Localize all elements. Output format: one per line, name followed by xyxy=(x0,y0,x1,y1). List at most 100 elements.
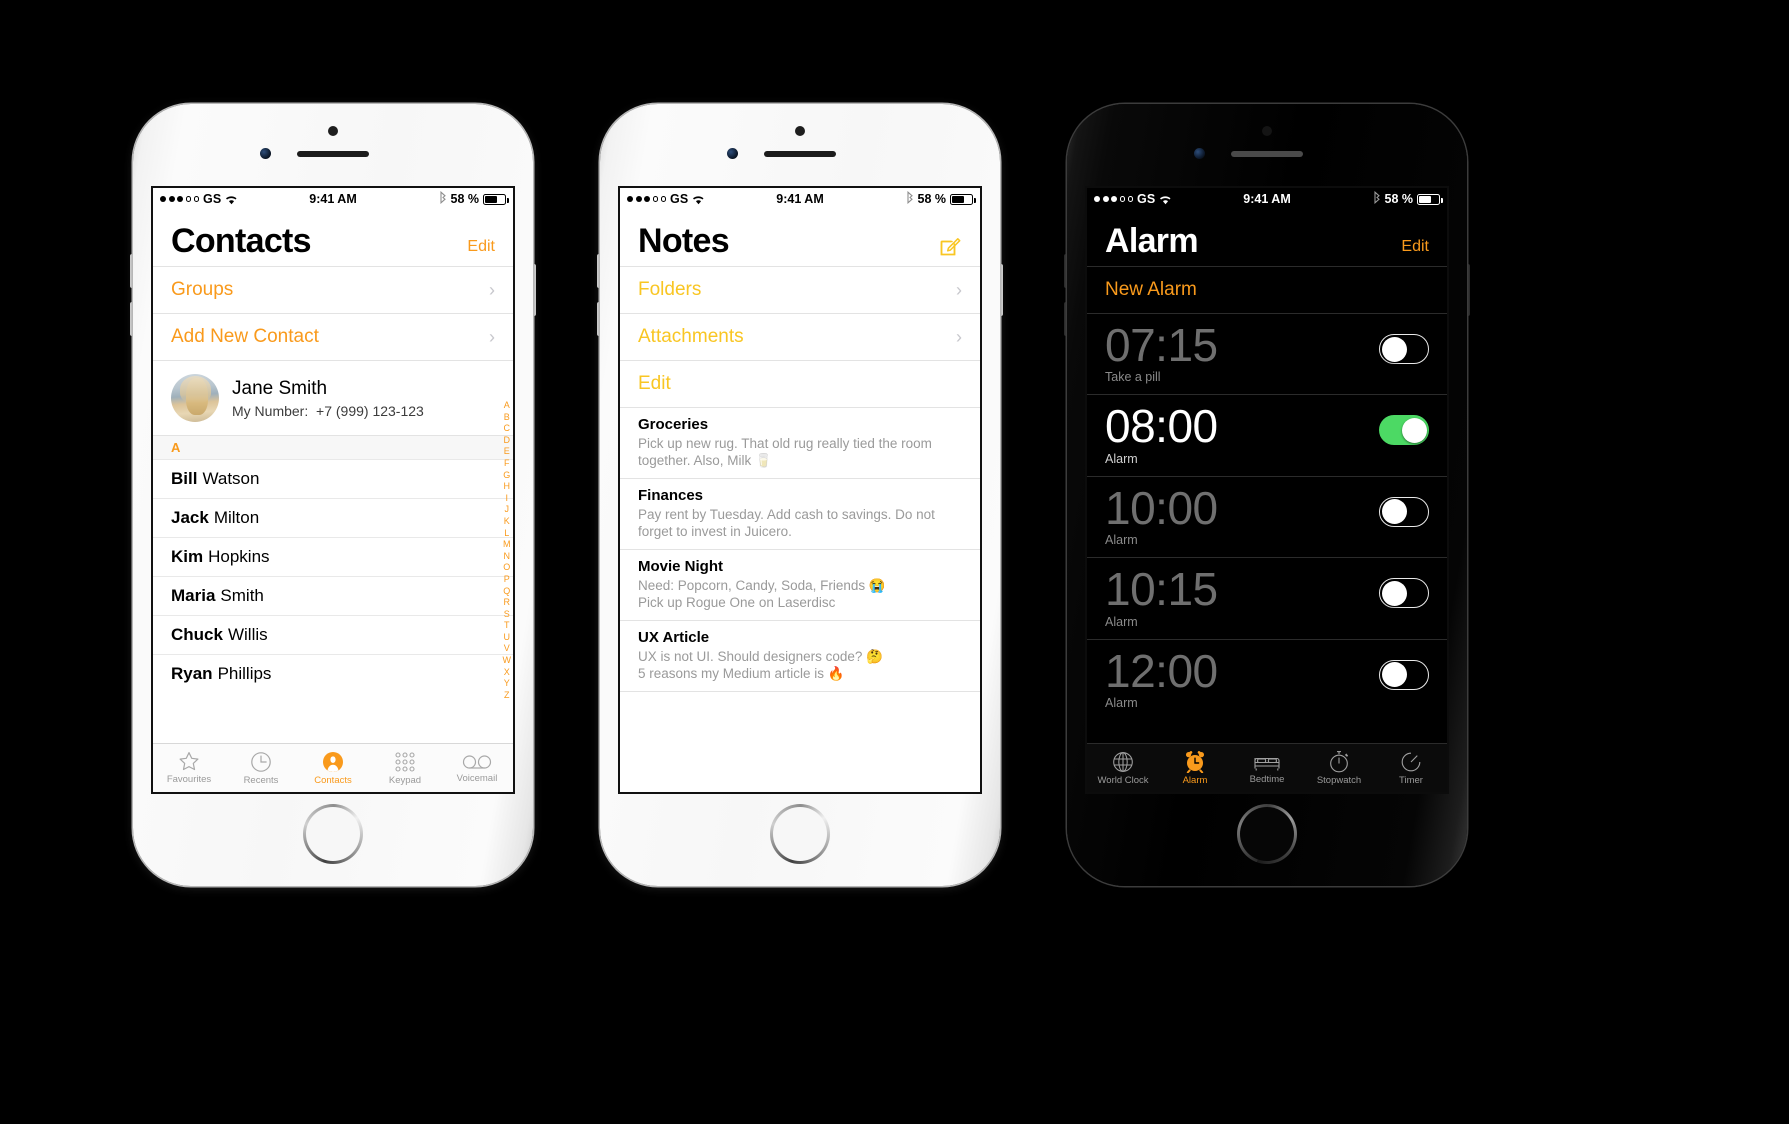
alpha-index-letter[interactable]: Q xyxy=(503,586,510,598)
alpha-index-letter[interactable]: U xyxy=(504,632,511,644)
new-alarm-row[interactable]: New Alarm xyxy=(1087,266,1447,313)
folders-row[interactable]: Folders › xyxy=(620,266,980,313)
tab-voicemail[interactable]: Voicemail xyxy=(441,744,513,792)
wifi-icon xyxy=(1159,194,1172,205)
new-alarm-label: New Alarm xyxy=(1105,279,1197,300)
alpha-index-letter[interactable]: K xyxy=(504,516,510,528)
alarm-time: 10:15 xyxy=(1105,563,1218,616)
tab-alarm[interactable]: Alarm xyxy=(1159,744,1231,792)
alpha-index-letter[interactable]: A xyxy=(504,400,510,412)
alpha-index-letter[interactable]: C xyxy=(504,423,511,435)
tab-label: Contacts xyxy=(314,774,352,786)
tab-keypad[interactable]: Keypad xyxy=(369,744,441,792)
alarm-info: 12:00 Alarm xyxy=(1105,647,1218,710)
alpha-index-letter[interactable]: F xyxy=(504,458,510,470)
list-item[interactable]: Bill Watson xyxy=(153,459,513,498)
avatar xyxy=(171,374,219,422)
home-button[interactable] xyxy=(303,804,363,864)
chevron-right-icon: › xyxy=(489,279,495,300)
alpha-index-letter[interactable]: V xyxy=(504,643,510,655)
list-item[interactable]: Kim Hopkins xyxy=(153,537,513,576)
status-left: GS xyxy=(1094,192,1172,206)
my-card-row[interactable]: Jane Smith My Number: +7 (999) 123-123 xyxy=(153,360,513,435)
tab-favourites[interactable]: Favourites xyxy=(153,744,225,792)
tab-stopwatch[interactable]: Stopwatch xyxy=(1303,744,1375,792)
signal-strength-icon xyxy=(160,196,199,202)
status-bar: GS 9:41 AM 58 % xyxy=(153,188,513,210)
list-item[interactable]: 08:00 Alarm xyxy=(1087,394,1447,475)
alpha-index-letter[interactable]: Z xyxy=(504,690,510,702)
home-button[interactable] xyxy=(1237,804,1297,864)
notes-app: GS 9:41 AM 58 % Notes Folders › Attachme… xyxy=(620,188,980,792)
chevron-right-icon: › xyxy=(956,279,962,300)
status-left: GS xyxy=(627,192,705,206)
carrier-label: GS xyxy=(203,192,222,206)
alpha-index-letter[interactable]: M xyxy=(503,539,511,551)
list-item[interactable]: Jack Milton xyxy=(153,498,513,537)
tab-contacts[interactable]: Contacts xyxy=(297,744,369,792)
alpha-index-letter[interactable]: R xyxy=(504,597,511,609)
alpha-index-letter[interactable]: B xyxy=(504,412,510,424)
alarm-toggle[interactable] xyxy=(1379,415,1429,446)
edit-button[interactable]: Edit xyxy=(1401,238,1429,258)
alpha-index-letter[interactable]: E xyxy=(504,446,510,458)
tab-timer[interactable]: Timer xyxy=(1375,744,1447,792)
list-item[interactable]: Chuck Willis xyxy=(153,615,513,654)
edit-button[interactable]: Edit xyxy=(467,238,495,258)
edit-row[interactable]: Edit xyxy=(620,360,980,407)
alarm-info: 10:00 Alarm xyxy=(1105,484,1218,547)
alpha-index-letter[interactable]: N xyxy=(504,551,511,563)
page-title: Notes xyxy=(638,222,730,260)
list-item[interactable]: Finances Pay rent by Tuesday. Add cash t… xyxy=(620,478,980,549)
list-item[interactable]: 10:15 Alarm xyxy=(1087,557,1447,638)
alpha-index-letter[interactable]: P xyxy=(504,574,510,586)
alpha-index-letter[interactable]: X xyxy=(504,667,510,679)
add-new-contact-row[interactable]: Add New Contact › xyxy=(153,313,513,360)
alpha-index-letter[interactable]: S xyxy=(504,609,510,621)
compose-icon[interactable] xyxy=(938,234,962,258)
alpha-index-letter[interactable]: I xyxy=(505,493,508,505)
globe-icon xyxy=(1112,751,1134,773)
alarm-info: 08:00 Alarm xyxy=(1105,402,1218,465)
screen-notes: GS 9:41 AM 58 % Notes Folders › Attachme… xyxy=(620,188,980,792)
contact-last-name: Willis xyxy=(227,625,268,644)
alpha-index-letter[interactable]: T xyxy=(504,620,510,632)
attachments-row[interactable]: Attachments › xyxy=(620,313,980,360)
alpha-index-letter[interactable]: G xyxy=(503,470,510,482)
note-body: Pick up new rug. That old rug really tie… xyxy=(638,436,932,468)
tab-label: Favourites xyxy=(166,774,212,785)
contact-last-name: Hopkins xyxy=(208,547,270,566)
alphabet-index[interactable]: ABCDEFGHIJKLMNOPQRSTUVWXYZ xyxy=(503,400,512,701)
list-item[interactable]: 10:00 Alarm xyxy=(1087,475,1447,557)
phone-contacts: GS 9:41 AM 58 % Contacts Edit Groups › A… xyxy=(130,104,536,886)
alpha-index-letter[interactable]: O xyxy=(503,562,510,574)
list-item[interactable]: 07:15 Take a pill xyxy=(1087,313,1447,394)
contact-first-name: Jack xyxy=(171,508,209,527)
home-button[interactable] xyxy=(770,804,830,864)
alarm-toggle[interactable] xyxy=(1379,334,1429,364)
alarm-toggle[interactable] xyxy=(1379,659,1429,690)
list-item[interactable]: Movie Night Need: Popcorn, Candy, Soda, … xyxy=(620,549,980,620)
tab-recents[interactable]: Recents xyxy=(225,744,297,792)
alpha-index-letter[interactable]: W xyxy=(503,655,512,667)
alarm-toggle[interactable] xyxy=(1379,496,1429,527)
list-item[interactable]: Maria Smith xyxy=(153,576,513,615)
contact-first-name: Chuck xyxy=(171,625,223,644)
list-item[interactable]: Ryan Phillips xyxy=(153,654,513,693)
tab-bedtime[interactable]: Bedtime xyxy=(1231,744,1303,792)
carrier-label: GS xyxy=(1137,192,1156,206)
list-item[interactable]: 12:00 Alarm xyxy=(1087,638,1447,720)
list-item[interactable]: Groceries Pick up new rug. That old rug … xyxy=(620,407,980,478)
note-body: UX is not UI. Should designers code? 🤔 5… xyxy=(638,649,883,681)
alpha-index-letter[interactable]: J xyxy=(505,504,510,516)
alpha-index-letter[interactable]: H xyxy=(504,481,511,493)
alpha-index-letter[interactable]: D xyxy=(504,435,511,447)
tab-world-clock[interactable]: World Clock xyxy=(1087,744,1159,792)
list-item[interactable]: UX Article UX is not UI. Should designer… xyxy=(620,620,980,691)
alpha-index-letter[interactable]: L xyxy=(504,528,509,540)
alarm-toggle[interactable] xyxy=(1379,578,1429,609)
alpha-index-letter[interactable]: Y xyxy=(504,678,510,690)
groups-row[interactable]: Groups › xyxy=(153,266,513,313)
battery-icon xyxy=(483,193,509,205)
groups-label: Groups xyxy=(171,279,234,300)
